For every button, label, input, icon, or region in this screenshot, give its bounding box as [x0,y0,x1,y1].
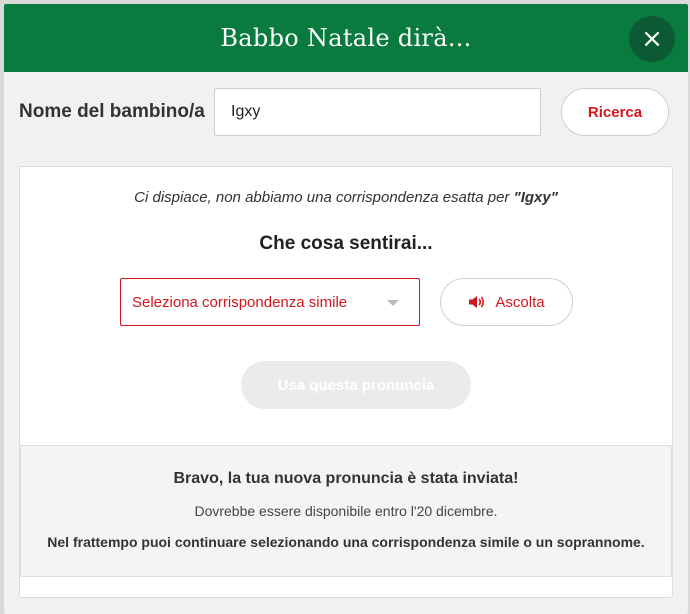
no-exact-match-message: Ci dispiace, non abbiamo una corrisponde… [20,189,672,206]
modal-header: Babbo Natale dirà... × [4,4,688,72]
child-name-row: Nome del bambino/a Ricerca [4,88,688,138]
result-card: Ci dispiace, non abbiamo una corrisponde… [19,166,673,598]
close-icon: × [641,24,663,54]
close-button[interactable]: × [629,16,675,62]
santa-pronunciation-modal: Babbo Natale dirà... × Nome del bambino/… [4,4,688,614]
select-placeholder: Seleziona corrispondenza simile [132,293,348,311]
search-button[interactable]: Ricerca [561,88,669,136]
notice-availability-text: Dovrebbe essere disponibile entro l'20 d… [194,503,498,519]
what-you-hear-heading: Che cosa sentirai... [259,233,433,254]
similar-match-select[interactable]: Seleziona corrispondenza simile [120,278,420,326]
child-name-label: Nome del bambino/a [19,101,205,122]
modal-title: Babbo Natale dirà... [220,24,472,52]
child-name-input[interactable] [214,88,541,136]
submission-notice: Bravo, la tua nuova pronuncia è stata in… [20,445,672,577]
listen-label: Ascolta [495,293,545,311]
speaker-icon [468,295,486,309]
listen-button[interactable]: Ascolta [440,278,573,326]
no-match-text: Ci dispiace, non abbiamo una corrisponde… [134,189,514,206]
use-pronunciation-button[interactable]: Usa questa pronuncia [241,361,471,409]
notice-hint-text: Nel frattempo puoi continuare selezionan… [47,534,645,550]
chevron-down-icon [387,300,399,306]
searched-name: "Igxy" [513,189,558,206]
notice-title: Bravo, la tua nuova pronuncia è stata in… [173,470,519,487]
